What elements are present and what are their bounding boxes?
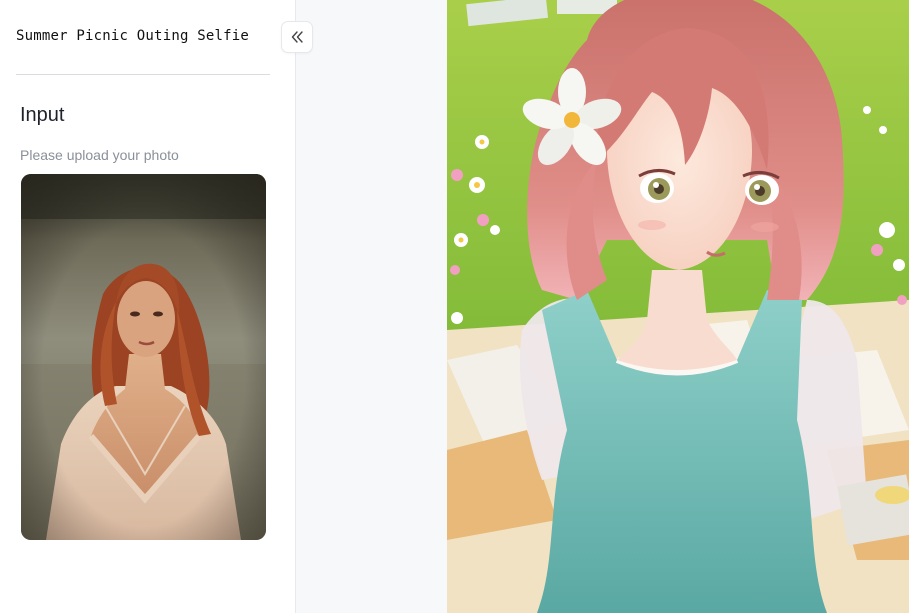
result-image-panel	[447, 0, 909, 613]
uploaded-photo	[21, 174, 266, 540]
upload-hint: Please upload your photo	[20, 147, 179, 163]
collapse-sidebar-button[interactable]	[281, 21, 313, 53]
photo-upload-area[interactable]	[21, 174, 266, 540]
sidebar: Summer Picnic Outing Selfie Input Please…	[0, 0, 296, 613]
input-heading: Input	[20, 104, 65, 126]
divider	[16, 74, 270, 75]
result-image	[447, 0, 909, 613]
app-title: Summer Picnic Outing Selfie	[16, 28, 249, 44]
double-chevron-left-icon	[291, 31, 303, 43]
